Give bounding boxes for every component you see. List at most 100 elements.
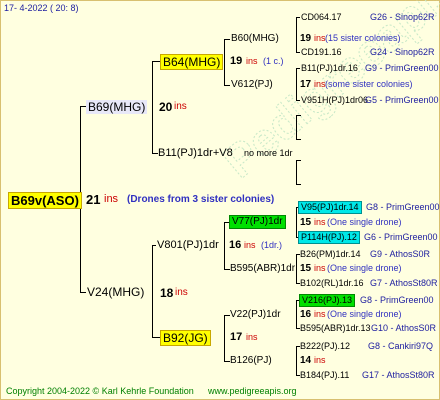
leaf-queen[interactable]: B595(ABR)1dr.13: [300, 324, 371, 333]
root-queen[interactable]: B69v(ASO): [8, 192, 82, 209]
sire-queen[interactable]: B69(MHG): [86, 100, 148, 114]
leaf-queen[interactable]: B11(PJ)1dr.16: [301, 64, 358, 73]
v612-ins: ins: [314, 79, 326, 89]
b64-count: 19: [230, 55, 243, 67]
footer-site-link[interactable]: www.pedigreeapis.org: [208, 387, 297, 396]
v801-count: 16: [229, 239, 242, 251]
connector: [296, 139, 301, 140]
b92-count: 17: [230, 331, 243, 343]
v22-count: 16: [300, 309, 312, 320]
b11-note: no more 1dr: [244, 148, 293, 158]
leaf-origin: G7 - AthosSt80R: [370, 278, 438, 288]
v612-queen[interactable]: V612(PJ): [231, 80, 273, 90]
connector: [296, 207, 297, 237]
b595a-queen[interactable]: B595(ABR)1dr: [230, 264, 295, 274]
leaf-origin: G9 - PrimGreen00: [365, 63, 439, 73]
v801-ins: ins: [244, 240, 256, 250]
b126-queen[interactable]: B126(PJ): [230, 356, 272, 366]
leaf-queen[interactable]: B26(PM)1dr.14: [300, 250, 361, 259]
connector: [152, 337, 160, 338]
leaf-origin: G8 - Cankiri97Q: [368, 341, 434, 351]
leaf-origin: G26 - Sinop62R: [370, 12, 435, 22]
leaf-origin: G8 - PrimGreen00: [366, 202, 440, 212]
connector: [296, 17, 297, 52]
b64-note: (1 c.): [263, 56, 284, 66]
root-ins: ins: [104, 193, 119, 205]
connector: [152, 61, 160, 62]
watermark-text: Pedigreeapis: [213, 0, 440, 188]
connector: [296, 68, 300, 69]
connector: [296, 17, 300, 18]
dam-count: 18: [160, 286, 174, 300]
b11-queen[interactable]: B11(PJ)1dr+V8: [158, 148, 233, 159]
b595a-count: 15: [300, 263, 312, 274]
connector: [224, 222, 225, 269]
leaf-queen[interactable]: B102(RL)1dr.16: [300, 279, 364, 288]
connector: [296, 100, 300, 101]
v612-count: 17: [300, 79, 312, 90]
b126-ins: ins: [314, 355, 326, 365]
connector: [296, 160, 297, 184]
connector: [224, 85, 230, 86]
leaf-queen[interactable]: B222(PJ).12: [300, 342, 350, 351]
leaf-origin: G8 - PrimGreen00: [360, 295, 434, 305]
v77-ins: ins: [314, 217, 326, 227]
connector: [296, 115, 301, 116]
v22-note: (One single drone): [327, 309, 402, 319]
connector: [296, 115, 297, 139]
v801-queen[interactable]: V801(PJ)1dr: [157, 240, 219, 251]
connector: [296, 346, 297, 375]
connector: [224, 39, 230, 40]
connector: [152, 61, 153, 153]
leaf-queen[interactable]: B184(PJ).11: [300, 371, 349, 380]
leaf-origin: G24 - Sinop62R: [370, 47, 435, 57]
v77-queen[interactable]: V77(PJ)1dr: [229, 215, 286, 229]
v612-note: (some sister colonies): [325, 79, 413, 89]
v22-queen[interactable]: V22(PJ)1dr: [230, 310, 281, 320]
leaf-queen[interactable]: CD191.16: [301, 48, 342, 57]
leaf-queen[interactable]: P114H(PJ).12: [298, 231, 360, 244]
footer-copyright: Copyright 2004-2022 © Karl Kehrle Founda…: [6, 386, 194, 396]
b60-count: 19: [300, 33, 312, 44]
root-count: 21: [86, 192, 101, 207]
leaf-queen[interactable]: V216(PJ).13: [299, 294, 356, 307]
connector: [296, 160, 301, 161]
b126-count: 14: [300, 355, 312, 366]
connector: [224, 39, 225, 85]
connector: [296, 52, 300, 53]
leaf-queen[interactable]: CD064.17: [301, 13, 342, 22]
leaf-origin: G5 - PrimGreen00: [365, 95, 439, 105]
sire-count: 20: [159, 100, 173, 114]
v801-note: (1dr.): [261, 240, 283, 250]
header-date: 17- 4-2022 ( 20: 8): [4, 3, 79, 13]
connector: [152, 245, 156, 246]
root-note: (Drones from 3 sister colonies): [127, 194, 275, 205]
b60-ins: ins: [314, 33, 326, 43]
v22-ins: ins: [314, 309, 326, 319]
b92-ins: ins: [246, 332, 258, 342]
b595a-note: (One single drone): [327, 263, 402, 273]
connector: [80, 292, 86, 293]
connector: [152, 245, 153, 337]
connector: [296, 184, 301, 185]
v77-note: (One single drone): [327, 217, 402, 227]
connector: [296, 68, 297, 100]
v77-count: 15: [300, 217, 312, 228]
leaf-origin: G10 - AthosS0R: [371, 323, 437, 333]
connector: [296, 254, 297, 283]
b60-note: (15 sister colonies): [325, 33, 401, 43]
b64-ins: ins: [246, 56, 258, 66]
sire-ins: ins: [174, 101, 187, 112]
leaf-queen[interactable]: V951H(PJ)1dr06: [301, 96, 368, 105]
leaf-queen[interactable]: V95(PJ)1dr.14: [298, 201, 362, 214]
connector: [224, 315, 225, 361]
b60-queen[interactable]: B60(MHG): [231, 34, 279, 44]
b64-queen[interactable]: B64(MHG): [160, 54, 224, 70]
dam-ins: ins: [175, 287, 188, 298]
leaf-origin: G6 - PrimGreen00: [364, 232, 438, 242]
connector: [296, 300, 297, 328]
b92-queen[interactable]: B92(JG): [160, 330, 211, 346]
b595a-ins: ins: [314, 263, 326, 273]
leaf-origin: G17 - AthosSt80R: [362, 370, 435, 380]
dam-queen[interactable]: V24(MHG): [87, 286, 144, 298]
